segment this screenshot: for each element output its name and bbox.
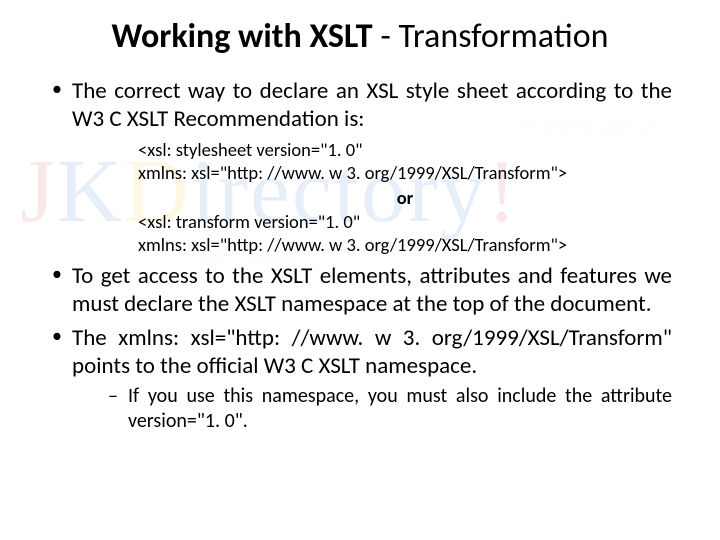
bullet-list-2: To get access to the XSLT elements, attr…	[48, 262, 672, 433]
slide-content: Working with XSLT - Transformation The c…	[0, 0, 720, 540]
bullet-1: The correct way to declare an XSL style …	[48, 77, 672, 133]
code-line-1a: <xsl: stylesheet version="1. 0"	[138, 139, 672, 162]
sub-bullet-list: If you use this namespace, you must also…	[72, 384, 672, 433]
code-or: or	[138, 187, 672, 210]
title-bold: Working with XSLT	[111, 16, 372, 57]
slide-title: Working with XSLT - Transformation	[48, 18, 672, 55]
sub-bullet-1: If you use this namespace, you must also…	[108, 384, 672, 433]
code-line-1b: xmlns: xsl="http: //www. w 3. org/1999/X…	[138, 162, 672, 185]
code-line-2b: xmlns: xsl="http: //www. w 3. org/1999/X…	[138, 234, 672, 257]
code-line-2a: <xsl: transform version="1. 0"	[138, 211, 672, 234]
bullet-list: The correct way to declare an XSL style …	[48, 77, 672, 133]
bullet-3: The xmlns: xsl="http: //www. w 3. org/19…	[48, 324, 672, 433]
bullet-3-text: The xmlns: xsl="http: //www. w 3. org/19…	[72, 324, 672, 380]
code-block: <xsl: stylesheet version="1. 0" xmlns: x…	[138, 139, 672, 256]
title-rest: - Transformation	[373, 16, 609, 57]
bullet-2: To get access to the XSLT elements, attr…	[48, 262, 672, 318]
